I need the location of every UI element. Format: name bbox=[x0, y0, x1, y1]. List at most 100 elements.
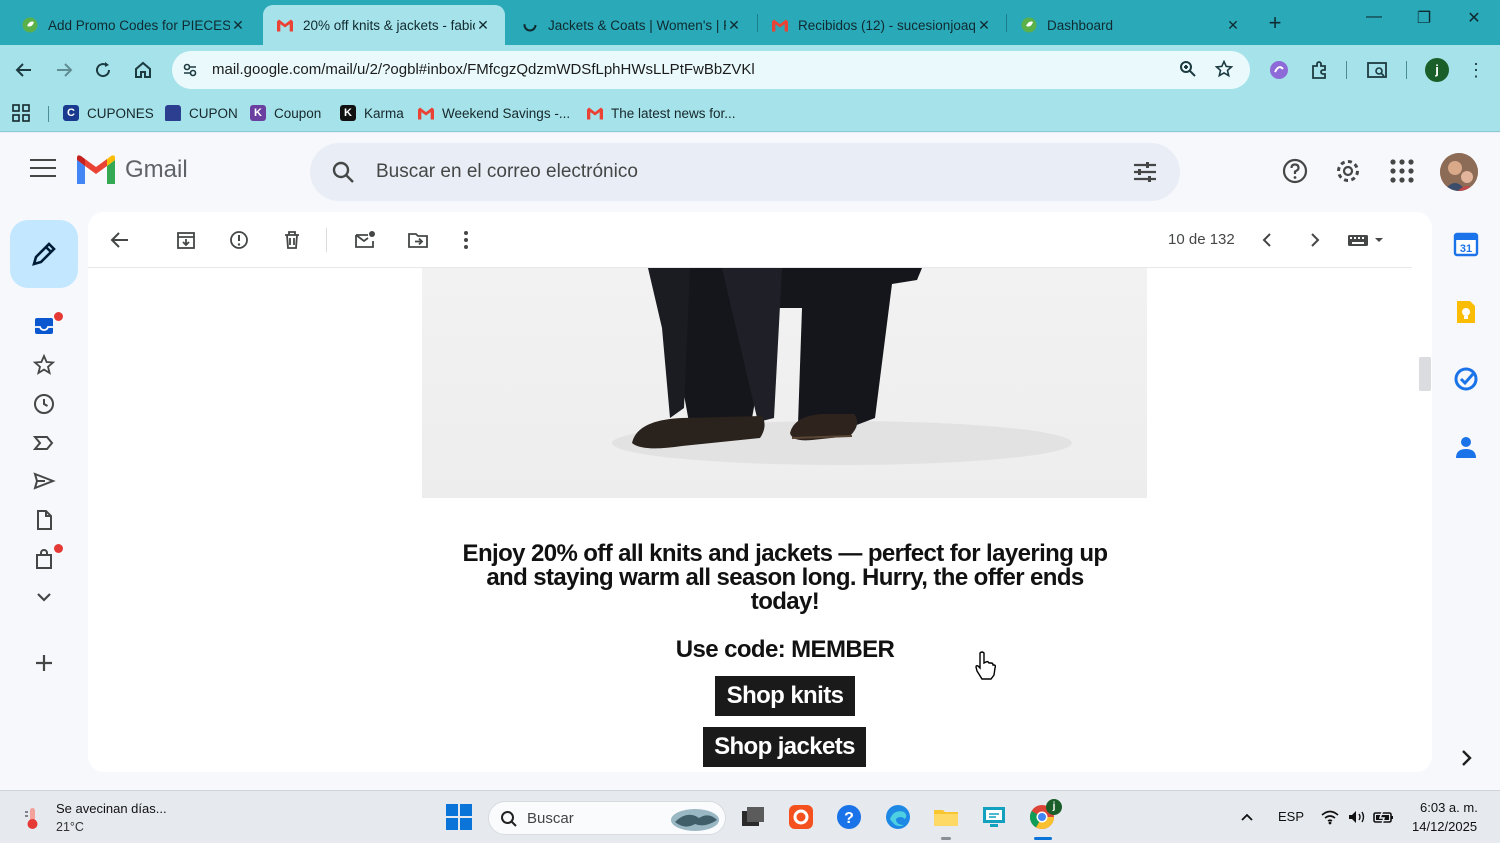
settings-gear-icon[interactable] bbox=[1334, 157, 1362, 185]
weather-thermometer-icon[interactable] bbox=[20, 805, 46, 831]
drafts-icon[interactable] bbox=[32, 508, 56, 532]
email-toolbar: 10 de 132 bbox=[88, 212, 1412, 268]
battery-charging-icon[interactable] bbox=[1373, 809, 1395, 828]
weather-temp[interactable]: 21°C bbox=[56, 820, 84, 834]
chrome-menu-icon[interactable]: ⋮ bbox=[1463, 57, 1489, 83]
more-options-icon[interactable] bbox=[455, 229, 477, 251]
tab-close-icon[interactable]: ✕ bbox=[230, 17, 246, 34]
site-info-icon[interactable] bbox=[182, 62, 198, 78]
new-tab-plus-icon[interactable]: + bbox=[1262, 10, 1288, 36]
mark-unread-icon[interactable] bbox=[354, 229, 376, 251]
volume-icon[interactable] bbox=[1347, 809, 1367, 828]
back-arrow-icon[interactable] bbox=[11, 57, 37, 83]
main-menu-icon[interactable] bbox=[30, 159, 56, 179]
apps-grid-icon[interactable] bbox=[12, 101, 30, 125]
more-chevron-down-icon[interactable] bbox=[32, 585, 56, 609]
create-label-plus-icon[interactable] bbox=[32, 651, 56, 675]
forward-arrow-icon[interactable] bbox=[51, 57, 77, 83]
input-tools-keyboard-icon[interactable] bbox=[1346, 229, 1386, 251]
clock-time[interactable]: 6:03 a. m. bbox=[1420, 800, 1478, 815]
weather-headline[interactable]: Se avecinan días... bbox=[56, 801, 167, 816]
snoozed-clock-icon[interactable] bbox=[32, 392, 56, 416]
bookmark-label: The latest news for... bbox=[611, 105, 736, 121]
tab-jackets-coats[interactable]: Jackets & Coats | Women's | P ✕ bbox=[508, 5, 756, 45]
keep-notes-icon[interactable] bbox=[1453, 299, 1479, 325]
task-view-icon[interactable] bbox=[739, 803, 769, 833]
clock-date[interactable]: 14/12/2025 bbox=[1412, 819, 1477, 834]
home-icon[interactable] bbox=[130, 57, 156, 83]
taskbar-search-box[interactable]: Buscar bbox=[488, 801, 726, 835]
tab-recibidos[interactable]: Recibidos (12) - sucesionjoaq ✕ bbox=[758, 5, 1006, 45]
help-app-icon[interactable]: ? bbox=[835, 803, 865, 833]
tab-gmail-active[interactable]: 20% off knits & jackets - fabio ✕ bbox=[263, 5, 505, 45]
url-text[interactable]: mail.google.com/mail/u/2/?ogbl#inbox/FMf… bbox=[212, 61, 755, 78]
zoom-icon[interactable] bbox=[1178, 60, 1198, 80]
bookmark-weekend-savings[interactable]: Weekend Savings -... bbox=[418, 101, 570, 125]
bookmark-latest-news[interactable]: The latest news for... bbox=[587, 101, 736, 125]
input-language[interactable]: ESP bbox=[1278, 809, 1304, 824]
search-placeholder[interactable]: Buscar en el correo electrónico bbox=[376, 161, 638, 183]
important-label-icon[interactable] bbox=[32, 431, 56, 455]
bookmark-cupon[interactable]: CUPON bbox=[165, 101, 238, 125]
expand-side-panel-chevron-icon[interactable] bbox=[1453, 745, 1479, 771]
help-icon[interactable] bbox=[1281, 157, 1309, 185]
pencil-icon bbox=[32, 242, 56, 266]
newer-chevron-left-icon[interactable] bbox=[1256, 229, 1278, 251]
address-bar[interactable]: mail.google.com/mail/u/2/?ogbl#inbox/FMf… bbox=[172, 51, 1250, 89]
search-icon[interactable] bbox=[330, 159, 356, 185]
contacts-icon[interactable] bbox=[1453, 434, 1479, 460]
tab-close-icon[interactable]: ✕ bbox=[726, 17, 742, 34]
tab-search-icon[interactable] bbox=[1364, 57, 1390, 83]
tasks-icon[interactable] bbox=[1453, 366, 1479, 392]
restore-icon[interactable]: ❐ bbox=[1404, 8, 1444, 28]
older-chevron-right-icon[interactable] bbox=[1304, 229, 1326, 251]
starred-icon[interactable] bbox=[32, 353, 56, 377]
bookmark-cupones[interactable]: C CUPONES bbox=[63, 101, 154, 125]
wifi-icon[interactable] bbox=[1320, 809, 1340, 828]
tab-promo-codes[interactable]: Add Promo Codes for PIECES ✕ bbox=[8, 5, 260, 45]
close-window-icon[interactable]: ✕ bbox=[1454, 8, 1494, 28]
calendar-icon[interactable]: 31 bbox=[1453, 231, 1479, 257]
sent-icon[interactable] bbox=[32, 469, 56, 493]
minimize-icon[interactable]: — bbox=[1354, 8, 1394, 26]
edge-browser-icon[interactable] bbox=[884, 803, 914, 833]
compose-button[interactable] bbox=[10, 220, 78, 288]
purchases-bag-icon[interactable] bbox=[32, 547, 56, 571]
shop-jackets-button[interactable]: Shop jackets bbox=[703, 727, 866, 767]
running-indicator bbox=[941, 837, 951, 840]
remote-desktop-icon[interactable] bbox=[980, 803, 1010, 833]
tab-dashboard[interactable]: Dashboard ✕ bbox=[1007, 5, 1255, 45]
shop-knits-button[interactable]: Shop knits bbox=[715, 676, 855, 716]
profile-avatar[interactable]: j bbox=[1425, 58, 1449, 82]
windows-start-icon[interactable] bbox=[445, 803, 475, 833]
inbox-icon[interactable] bbox=[32, 314, 56, 338]
bookmark-karma[interactable]: K Karma bbox=[340, 101, 404, 125]
browser-toolbar: mail.google.com/mail/u/2/?ogbl#inbox/FMf… bbox=[0, 45, 1500, 95]
tab-close-icon[interactable]: ✕ bbox=[475, 17, 491, 34]
show-hidden-icons-chevron-icon[interactable] bbox=[1239, 809, 1255, 829]
tab-close-icon[interactable]: ✕ bbox=[1225, 17, 1241, 34]
pagination-count: 10 de 132 bbox=[1168, 231, 1235, 248]
search-options-icon[interactable] bbox=[1132, 159, 1158, 185]
report-spam-icon[interactable] bbox=[228, 229, 250, 251]
gmail-logo[interactable]: Gmail bbox=[77, 155, 188, 184]
extension-swirl-icon[interactable] bbox=[1266, 57, 1292, 83]
reload-icon[interactable] bbox=[90, 57, 116, 83]
archive-icon[interactable] bbox=[175, 229, 197, 251]
extensions-puzzle-icon[interactable] bbox=[1306, 57, 1332, 83]
search-highlight-image-icon bbox=[671, 809, 719, 831]
move-to-icon[interactable] bbox=[407, 229, 429, 251]
mail-search-bar[interactable]: Buscar en el correo electrónico bbox=[310, 143, 1180, 201]
file-explorer-icon[interactable] bbox=[932, 803, 962, 833]
google-apps-icon[interactable] bbox=[1388, 157, 1416, 185]
gmail-app: Gmail Buscar en el correo electrónico 10… bbox=[0, 133, 1500, 790]
bookmark-coupon[interactable]: K Coupon bbox=[250, 101, 321, 125]
tab-title: Add Promo Codes for PIECES bbox=[48, 17, 230, 33]
delete-trash-icon[interactable] bbox=[281, 229, 303, 251]
scrollbar-thumb[interactable] bbox=[1419, 357, 1431, 391]
back-to-inbox-icon[interactable] bbox=[109, 229, 131, 251]
account-avatar[interactable] bbox=[1440, 153, 1478, 191]
office-app-icon[interactable] bbox=[787, 803, 817, 833]
bookmark-star-icon[interactable] bbox=[1214, 59, 1234, 80]
tab-close-icon[interactable]: ✕ bbox=[976, 17, 992, 34]
